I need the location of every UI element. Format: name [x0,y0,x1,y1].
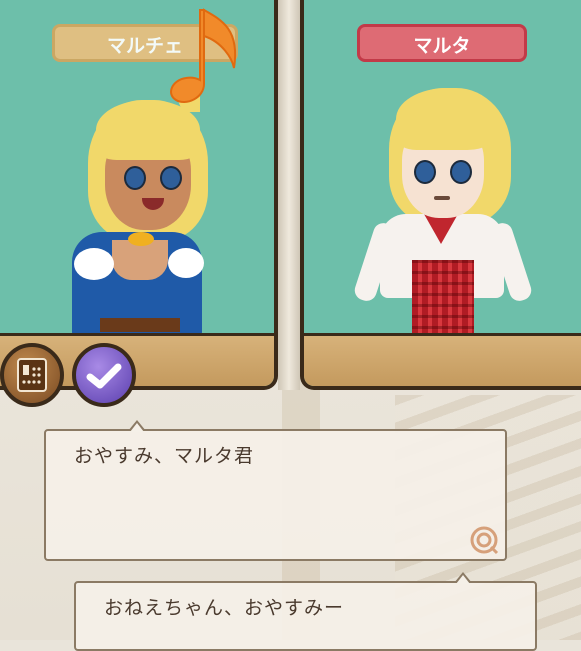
dialog-box-1[interactable]: おやすみ、マルタ君 [44,420,507,561]
panel-sill-right [304,333,581,386]
music-note-icon [170,8,237,103]
dialog-text-2: おねえちゃん、おやすみー [104,597,345,619]
memo-button[interactable] [0,343,64,407]
checkmark-icon [86,363,122,389]
speaker-name-tag-right: マルタ [357,24,527,62]
check-button[interactable] [72,343,136,407]
dialog-text-1: おやすみ、マルタ君 [74,445,255,467]
dialog-box-2[interactable]: おねえちゃん、おやすみー [74,572,537,651]
next-arrow-icon[interactable] [469,525,499,555]
memo-icon [17,358,47,392]
panel-divider [278,0,300,390]
